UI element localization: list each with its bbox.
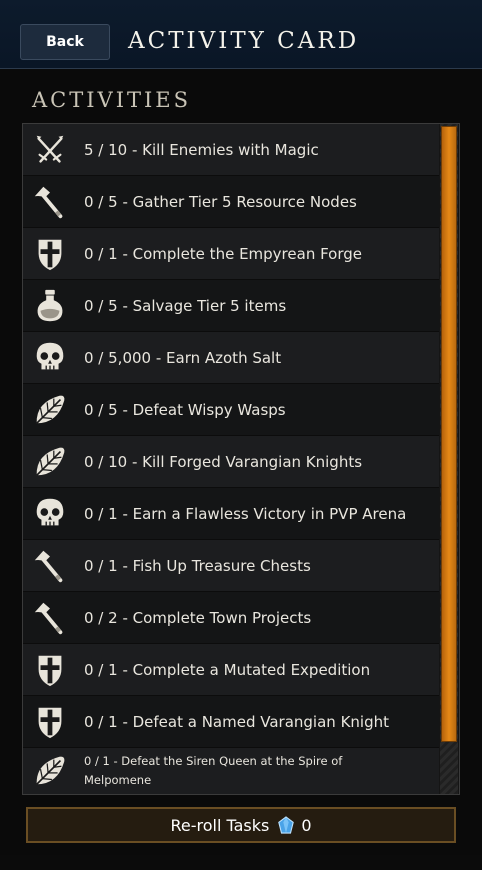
activity-label: 0 / 1 - Fish Up Treasure Chests <box>84 556 311 575</box>
activity-label: 0 / 5,000 - Earn Azoth Salt <box>84 348 282 367</box>
activity-label: 0 / 5 - Salvage Tier 5 items <box>84 296 287 315</box>
bottom-edge <box>0 855 482 870</box>
scrollbar-track[interactable] <box>440 124 458 794</box>
shield-cross-icon <box>25 229 75 279</box>
activity-row[interactable]: 0 / 1 - Complete the Empyrean Forge <box>23 228 439 280</box>
activity-label: 0 / 5 - Defeat Wispy Wasps <box>84 400 286 419</box>
reroll-cost: 0 <box>301 815 312 835</box>
activity-row[interactable]: 0 / 2 - Complete Town Projects <box>23 592 439 644</box>
shield-cross-icon <box>25 645 75 695</box>
activity-row[interactable]: 0 / 10 - Kill Forged Varangian Knights <box>23 436 439 488</box>
activity-list: 5 / 10 - Kill Enemies with Magic 0 / 5 - … <box>23 124 439 794</box>
activity-row[interactable]: 0 / 5 - Gather Tier 5 Resource Nodes <box>23 176 439 228</box>
shield-cross-icon <box>25 697 75 747</box>
activity-label: 0 / 1 - Complete the Empyrean Forge <box>84 244 363 263</box>
activity-row[interactable]: 5 / 10 - Kill Enemies with Magic <box>23 124 439 176</box>
skull-icon <box>25 489 75 539</box>
activity-row[interactable]: 0 / 1 - Defeat a Named Varangian Knight <box>23 696 439 748</box>
activity-row[interactable]: 0 / 1 - Defeat the Siren Queen at the Sp… <box>23 746 439 794</box>
activity-row[interactable]: 0 / 1 - Fish Up Treasure Chests <box>23 540 439 592</box>
scrollbar-thumb[interactable] <box>441 126 457 742</box>
activity-label: 0 / 2 - Complete Town Projects <box>84 608 312 627</box>
top-bar: Back ACTIVITY CARD <box>0 0 482 69</box>
axe-icon <box>25 177 75 227</box>
back-button[interactable]: Back <box>20 24 110 60</box>
activity-row[interactable]: 0 / 5 - Salvage Tier 5 items <box>23 280 439 332</box>
activity-label: 0 / 1 - Defeat a Named Varangian Knight <box>84 712 389 731</box>
leaf-icon <box>25 746 75 794</box>
activity-label: 0 / 5 - Gather Tier 5 Resource Nodes <box>84 192 357 211</box>
activities-panel: 5 / 10 - Kill Enemies with Magic 0 / 5 - … <box>22 123 460 795</box>
activity-label: 0 / 1 - Earn a Flawless Victory in PVP A… <box>84 504 407 523</box>
activity-row[interactable]: 0 / 5,000 - Earn Azoth Salt <box>23 332 439 384</box>
section-title: ACTIVITIES <box>32 88 192 112</box>
activity-label: 0 / 10 - Kill Forged Varangian Knights <box>84 452 363 471</box>
activity-row[interactable]: 0 / 1 - Complete a Mutated Expedition <box>23 644 439 696</box>
leaf-icon <box>25 385 75 435</box>
potion-flask-icon <box>25 281 75 331</box>
leaf-icon <box>25 437 75 487</box>
activity-label: 5 / 10 - Kill Enemies with Magic <box>84 140 319 159</box>
skull-icon <box>25 333 75 383</box>
azoth-gem-icon <box>278 816 295 834</box>
page-title: ACTIVITY CARD <box>128 28 360 54</box>
axe-icon <box>25 541 75 591</box>
reroll-label: Re-roll Tasks <box>170 815 270 835</box>
activity-row[interactable]: 0 / 1 - Earn a Flawless Victory in PVP A… <box>23 488 439 540</box>
reroll-tasks-button[interactable]: Re-roll Tasks 0 <box>26 807 456 843</box>
activity-label: 0 / 1 - Defeat the Siren Queen at the Sp… <box>84 754 343 787</box>
activity-row[interactable]: 0 / 5 - Defeat Wispy Wasps <box>23 384 439 436</box>
axe-icon <box>25 593 75 643</box>
activity-label: 0 / 1 - Complete a Mutated Expedition <box>84 660 371 679</box>
crossed-swords-icon <box>25 125 75 175</box>
